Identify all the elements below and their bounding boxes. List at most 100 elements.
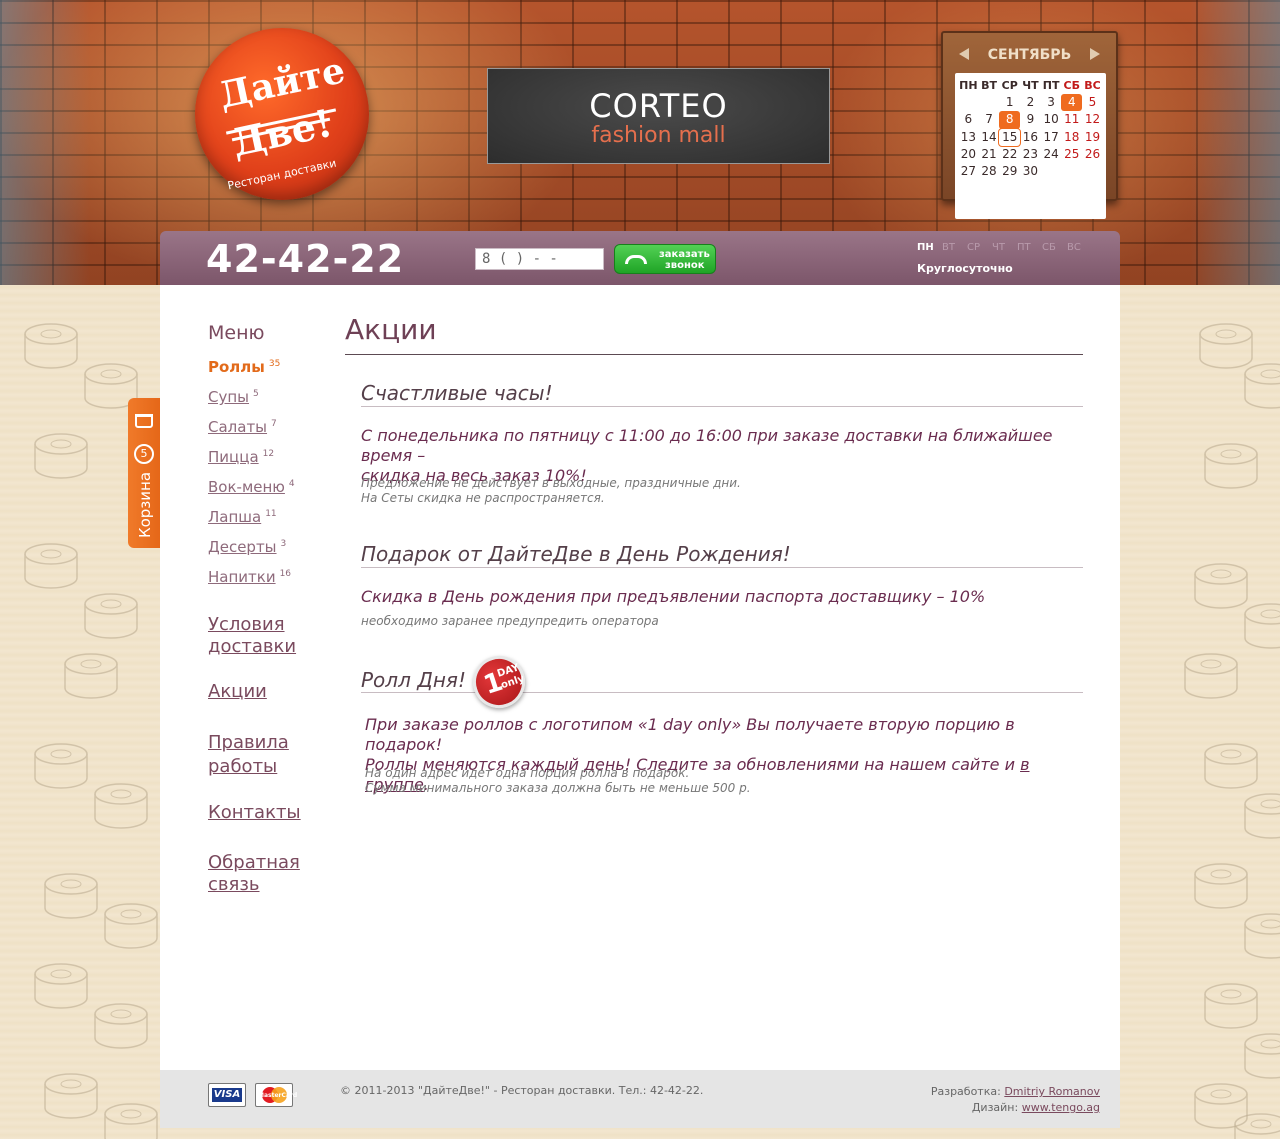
calendar-day[interactable]: 25 (1061, 146, 1082, 163)
calendar-day[interactable]: 19 (1082, 129, 1103, 146)
calendar-weekday: ВТ (981, 79, 997, 92)
calendar-day[interactable]: 23 (1020, 146, 1041, 163)
main-content-panel (160, 285, 1120, 1070)
nav-contacts[interactable]: Контакты (208, 802, 301, 824)
calendar-day[interactable]: 14 (979, 129, 1000, 146)
calendar-day[interactable]: 21 (979, 146, 1000, 163)
section-title-happy-hours: Счастливые часы! (361, 381, 553, 405)
sushi-roll-icon (1204, 743, 1258, 789)
sushi-roll-icon (1234, 1113, 1280, 1139)
section-note-line: На Сеты скидка не распространяется. (361, 491, 605, 505)
calendar-day[interactable]: 8 (999, 111, 1021, 129)
calendar-day[interactable]: 15 (998, 127, 1022, 147)
section-note-line: Предложение не действует в выходные, пра… (361, 476, 741, 490)
top-bar: 42-42-22 8 ( ) - - заказать звонок ПН ВТ… (160, 231, 1120, 285)
calendar-day[interactable]: 7 (979, 111, 1000, 128)
nav-link-line: Условия (208, 614, 285, 635)
calendar-day[interactable]: 22 (999, 146, 1020, 163)
item-count: 5 (253, 389, 259, 399)
credit-design: Дизайн: www.tengo.ag (931, 1100, 1100, 1116)
calendar-day[interactable]: 18 (1061, 129, 1082, 146)
callback-phone-input[interactable]: 8 ( ) - - (475, 248, 604, 270)
page-title: Акции (345, 313, 437, 346)
calendar-day[interactable]: 6 (958, 111, 979, 128)
sidebar-item-soups[interactable]: Супы 5 (208, 388, 259, 406)
calendar-day[interactable]: 5 (1082, 94, 1103, 111)
calendar-weekday: ВС (1084, 79, 1101, 92)
calendar-day[interactable]: 16 (1020, 129, 1041, 146)
sidebar-item-noodles[interactable]: Лапша 11 (208, 508, 277, 526)
sushi-roll-icon (34, 743, 88, 789)
section-title-birthday: Подарок от ДайтеДве в День Рождения! (361, 542, 791, 566)
calendar-day[interactable]: 24 (1041, 146, 1062, 163)
sidebar-item-label: Десерты (208, 538, 277, 556)
logo[interactable]: Дайте Две! Ресторан доставки (195, 28, 369, 200)
nav-link-line: Обратная (208, 852, 300, 873)
calendar-header: СЕНТЯБРЬ (953, 45, 1106, 69)
sidebar-item-desserts[interactable]: Десерты 3 (208, 538, 286, 556)
section-lead-line: Скидка в День рождения при предъявлении … (361, 587, 986, 606)
credit-label: Дизайн: (971, 1101, 1019, 1114)
section-lead-line: С понедельника по пятницу с 11:00 до 16:… (361, 426, 1053, 465)
sidebar-item-salads[interactable]: Салаты 7 (208, 418, 277, 436)
divider (345, 354, 1083, 355)
copyright: © 2011-2013 "ДайтеДве!" - Ресторан доста… (340, 1084, 704, 1097)
cart-tab[interactable]: 5 Корзина (128, 398, 160, 548)
section-title-roll-of-day: Ролл Дня! (361, 668, 466, 692)
day-sat: СБ (1042, 242, 1056, 253)
sidebar-item-pizza[interactable]: Пицца 12 (208, 448, 274, 466)
designer-link[interactable]: www.tengo.ag (1022, 1101, 1100, 1114)
mastercard-label: MasterCard (258, 1092, 298, 1099)
working-days: ПН ВТ СР ЧТ ПТ СБ ВС (917, 242, 1092, 253)
calendar-week-row: 6 7 8 9 10 11 12 (958, 111, 1103, 129)
sidebar-item-label: Салаты (208, 418, 268, 436)
item-count: 11 (265, 509, 277, 519)
calendar-day[interactable]: 2 (1020, 94, 1041, 111)
sidebar-item-wok[interactable]: Вок-меню 4 (208, 478, 295, 496)
calendar-day[interactable]: 17 (1041, 129, 1062, 146)
section-note: На один адрес идет одна порция ролла в п… (365, 766, 1085, 796)
calendar-day[interactable]: 4 (1061, 94, 1083, 112)
credits: Разработка: Dmitriy Romanov Дизайн: www.… (931, 1084, 1100, 1116)
nav-promotions[interactable]: Акции (208, 681, 267, 703)
sidebar-item-rolls[interactable]: Роллы 35 (208, 358, 280, 376)
developer-link[interactable]: Dmitriy Romanov (1004, 1085, 1100, 1098)
nav-rules[interactable]: Правила работы (208, 732, 289, 778)
calendar-day[interactable]: 30 (1020, 163, 1041, 180)
calendar-day[interactable]: 9 (1020, 111, 1041, 128)
sushi-roll-icon (1204, 983, 1258, 1029)
calendar-weekday: ПН (959, 79, 978, 92)
calendar-day (979, 94, 1000, 111)
calendar-weekday-row: ПН ВТ СР ЧТ ПТ СБ ВС (958, 77, 1103, 94)
calendar-day[interactable]: 10 (1041, 111, 1062, 128)
calendar-weekday: ЧТ (1022, 79, 1039, 92)
calendar-day[interactable]: 3 (1041, 94, 1062, 111)
calendar-month: СЕНТЯБРЬ (987, 47, 1072, 63)
section-note: Предложение не действует в выходные, пра… (361, 476, 1081, 506)
callback-button[interactable]: заказать звонок (614, 244, 716, 274)
sidebar-item-drinks[interactable]: Напитки 16 (208, 568, 291, 586)
sidebar-item-label: Роллы (208, 358, 265, 376)
item-count: 7 (271, 419, 277, 429)
calendar-day[interactable]: 27 (958, 163, 979, 180)
calendar-day[interactable]: 12 (1082, 111, 1103, 128)
calendar-day[interactable]: 13 (958, 129, 979, 146)
section-note-line: необходимо заранее предупредить оператор… (361, 614, 659, 628)
calendar-day[interactable]: 20 (958, 146, 979, 163)
ad-banner[interactable]: CORTEO fashion mall (487, 68, 830, 164)
nav-feedback[interactable]: Обратная связь (208, 852, 300, 896)
calendar-day[interactable]: 28 (979, 163, 1000, 180)
calendar-day[interactable]: 29 (999, 163, 1020, 180)
sushi-roll-icon (84, 593, 138, 639)
day-sun: ВС (1067, 242, 1081, 253)
nav-delivery-terms[interactable]: Условия доставки (208, 614, 296, 658)
nav-link-line: доставки (208, 636, 297, 657)
calendar-weekday: СБ (1063, 79, 1081, 92)
calendar-day (1061, 163, 1082, 180)
chevron-right-icon[interactable] (1090, 48, 1100, 60)
sushi-roll-icon (44, 1073, 98, 1119)
day-wed: СР (967, 242, 981, 253)
calendar-day[interactable]: 11 (1061, 111, 1082, 128)
calendar-day[interactable]: 1 (999, 94, 1020, 111)
calendar-day[interactable]: 26 (1082, 146, 1103, 163)
